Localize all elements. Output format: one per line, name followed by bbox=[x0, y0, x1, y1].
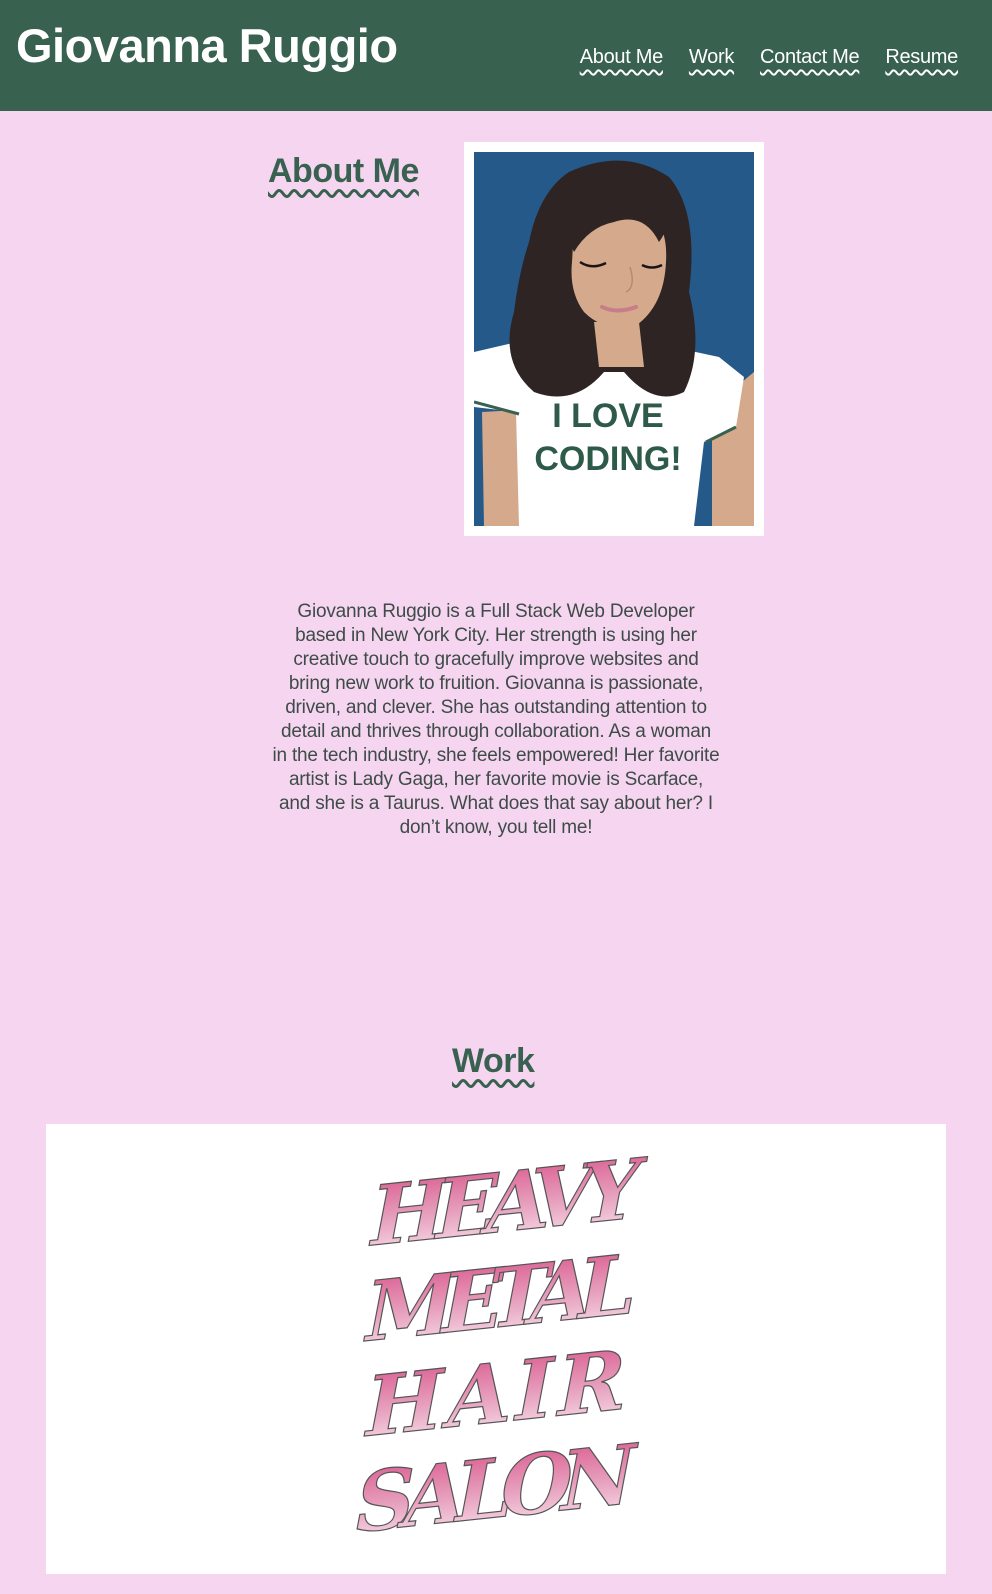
nav-resume-link[interactable]: Resume bbox=[885, 46, 958, 69]
site-header: Giovanna Ruggio About Me Work Contact Me… bbox=[0, 0, 992, 111]
site-title[interactable]: Giovanna Ruggio bbox=[16, 18, 398, 73]
portrait-illustration: I LOVE CODING! bbox=[474, 152, 754, 526]
bio-paragraph: Giovanna Ruggio is a Full Stack Web Deve… bbox=[272, 601, 720, 838]
work-project-card[interactable]: HEAVY METAL HAIR SALON bbox=[46, 1124, 946, 1574]
shirt-text-line2: CODING! bbox=[534, 440, 681, 478]
portrait-frame: I LOVE CODING! bbox=[464, 142, 764, 536]
heavy-metal-hair-salon-logo[interactable]: HEAVY METAL HAIR SALON bbox=[336, 1154, 656, 1554]
nav-work-link[interactable]: Work bbox=[689, 46, 734, 69]
nav-about-me-link[interactable]: About Me bbox=[580, 46, 664, 69]
nav-contact-me-link[interactable]: Contact Me bbox=[760, 46, 860, 69]
about-me-heading: About Me bbox=[268, 152, 419, 190]
main-nav: About Me Work Contact Me Resume bbox=[554, 46, 959, 69]
work-heading: Work bbox=[452, 1042, 535, 1080]
shirt-text-line1: I LOVE bbox=[552, 397, 663, 435]
